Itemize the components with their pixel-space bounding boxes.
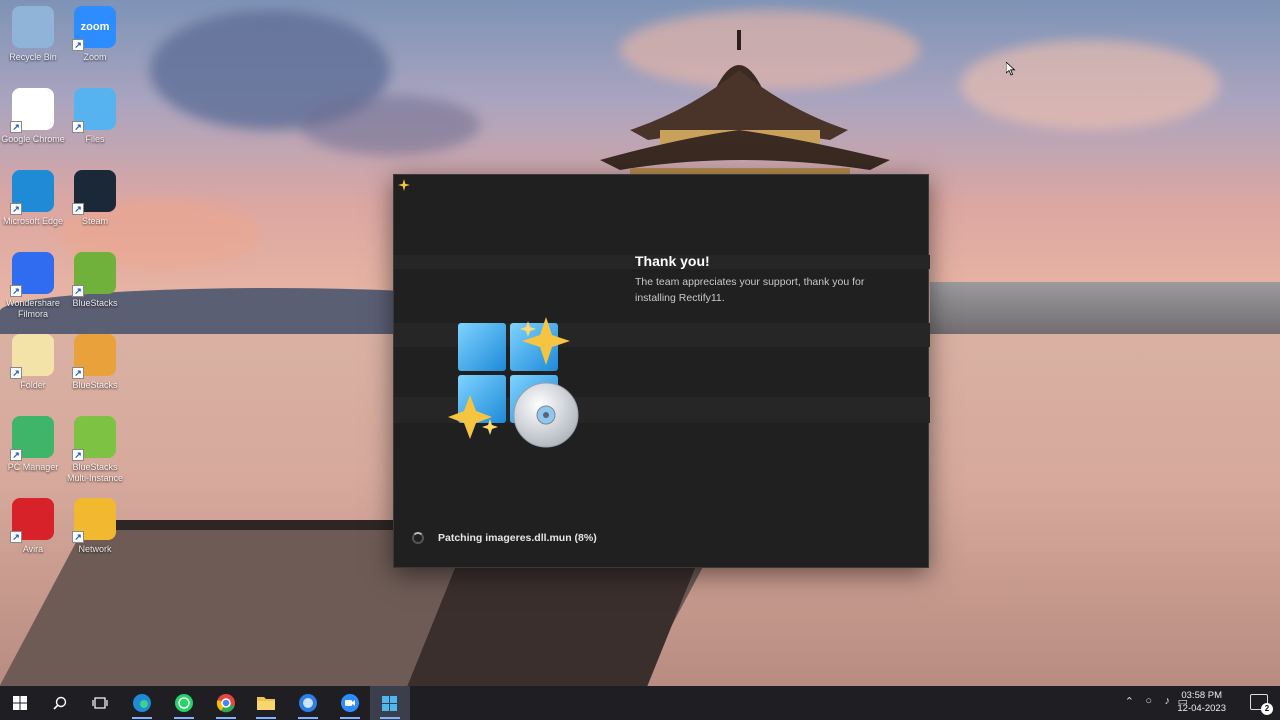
app-icon: ↗: [72, 334, 116, 379]
shortcut-arrow-icon: ↗: [72, 285, 84, 297]
installer-taskbar[interactable]: [370, 686, 410, 720]
desktop-icon-label: Steam: [81, 216, 108, 226]
desktop-icon[interactable]: ↗ Steam: [62, 170, 128, 227]
desktop-icon[interactable]: ↗ BlueStacks: [62, 334, 128, 391]
desktop-icon-label: Network: [78, 544, 112, 554]
shortcut-arrow-icon: ↗: [72, 367, 84, 379]
desktop-icon[interactable]: Recycle Bin: [0, 6, 66, 63]
notification-center-button[interactable]: 2: [1250, 694, 1273, 715]
shortcut-arrow-icon: ↗: [10, 203, 22, 215]
desktop-icon-label: BlueStacks Multi-Instance: [66, 462, 124, 483]
clock-time: 03:58 PM: [1181, 690, 1223, 701]
app-icon-glyph: zoom: [80, 21, 110, 33]
show-hidden-icons-chevron-icon[interactable]: ⌃: [1125, 695, 1134, 708]
loading-spinner-icon: [412, 532, 424, 544]
app-icon: ↗: [72, 88, 116, 133]
desktop-icon[interactable]: ↗ BlueStacks: [62, 252, 128, 309]
edge-icon: [133, 694, 151, 712]
desktop-icon-label: Files: [85, 134, 105, 144]
shortcut-arrow-icon: ↗: [10, 531, 22, 543]
folder-icon: [257, 697, 275, 710]
task-view-icon: [92, 697, 108, 709]
shortcut-arrow-icon: ↗: [72, 203, 84, 215]
chrome-taskbar[interactable]: [206, 686, 246, 720]
desktop-icon[interactable]: ↗ Files: [62, 88, 128, 145]
wallpaper-cloud: [960, 40, 1220, 130]
desktop-icon[interactable]: ↗ Network: [62, 498, 128, 555]
app-icon: [12, 6, 54, 48]
whatsapp-taskbar[interactable]: [164, 686, 204, 720]
desktop-icon-label: Folder: [20, 380, 46, 390]
desktop-icon[interactable]: ↗ Folder: [0, 334, 66, 391]
desktop-icon-label: BlueStacks: [72, 298, 118, 308]
volume-icon[interactable]: ♪: [1165, 695, 1171, 707]
desktop-icon[interactable]: ↗ PC Manager: [0, 416, 66, 473]
desktop-icon[interactable]: ↗ Avira: [0, 498, 66, 555]
desktop-icon[interactable]: ↗ Google Chrome: [0, 88, 66, 145]
install-status-text: Patching imageres.dll.mun (8%): [438, 532, 597, 544]
app-icon: ↗: [72, 170, 116, 215]
desktop-icon[interactable]: ↗ Microsoft Edge: [0, 170, 66, 227]
network-icon[interactable]: ○: [1145, 695, 1152, 707]
whatsapp-icon: [175, 694, 193, 712]
desktop-icon-label: Microsoft Edge: [2, 216, 64, 226]
desktop-icon-label: Avira: [22, 544, 44, 554]
app-icon: ↗: [72, 416, 116, 461]
app-icon: ↗: [10, 334, 54, 379]
shortcut-arrow-icon: ↗: [72, 531, 84, 543]
desktop-icon-label: Recycle Bin: [9, 52, 57, 62]
desktop-icon-label: Zoom: [83, 52, 107, 62]
app-icon: ↗: [10, 252, 54, 297]
search-icon: [53, 696, 67, 710]
shortcut-arrow-icon: ↗: [10, 121, 22, 133]
notification-count-badge: 2: [1261, 703, 1273, 715]
browser-taskbar[interactable]: [288, 686, 328, 720]
installer-icon: [382, 696, 397, 711]
wallpaper-shore: [930, 282, 1280, 337]
thank-you-heading: Thank you!: [635, 253, 710, 269]
rectify11-installer-window[interactable]: Thank you! The team appreciates your sup…: [393, 174, 930, 568]
desktop-icon-label: Wondershare Filmora: [6, 298, 60, 319]
app-icon: ↗: [72, 498, 116, 543]
app-icon: ↗: [72, 252, 116, 297]
app-icon: ↗: [10, 88, 54, 133]
taskbar-clock[interactable]: 03:58 PM 12-04-2023: [1177, 689, 1226, 715]
search-button[interactable]: [40, 686, 80, 720]
app-icon: ↗: [10, 170, 54, 215]
shortcut-arrow-icon: ↗: [10, 285, 22, 297]
browser-icon: [299, 694, 317, 712]
windows-logo-icon: [13, 696, 27, 710]
desktop-icon[interactable]: ↗ BlueStacks Multi-Instance: [62, 416, 128, 484]
edge-taskbar[interactable]: [122, 686, 162, 720]
clock-date: 12-04-2023: [1177, 703, 1226, 714]
app-icon: ↗: [10, 498, 54, 543]
desktop-icon-label: PC Manager: [7, 462, 59, 472]
chrome-icon: [216, 694, 235, 713]
zoom-icon: [341, 694, 359, 712]
start-button[interactable]: [0, 686, 40, 720]
thank-you-message: The team appreciates your support, thank…: [635, 276, 865, 304]
sparkle-icon: [398, 179, 410, 191]
zoom-taskbar[interactable]: [330, 686, 370, 720]
shortcut-arrow-icon: ↗: [10, 367, 22, 379]
desktop-icon-label: Google Chrome: [1, 134, 65, 144]
shortcut-arrow-icon: ↗: [72, 449, 84, 461]
desktop-icon-label: BlueStacks: [72, 380, 118, 390]
shortcut-arrow-icon: ↗: [72, 39, 84, 51]
shortcut-arrow-icon: ↗: [72, 121, 84, 133]
desktop-icon[interactable]: zoom ↗ Zoom: [62, 6, 128, 63]
shortcut-arrow-icon: ↗: [10, 449, 22, 461]
wallpaper-pagoda: [600, 30, 890, 180]
desktop-icon[interactable]: ↗ Wondershare Filmora: [0, 252, 66, 320]
app-icon: ↗: [10, 416, 54, 461]
app-icon: zoom ↗: [72, 6, 116, 51]
mouse-cursor-icon: [1006, 62, 1016, 76]
taskbar: ⌃ ○ ♪ ▭ 03:58 PM 12-04-2023 2: [0, 686, 1280, 720]
wallpaper-cloud: [300, 95, 480, 155]
file-explorer-taskbar[interactable]: [246, 686, 286, 720]
task-view-button[interactable]: [80, 686, 120, 720]
windows-install-disc-icon: [448, 317, 579, 448]
